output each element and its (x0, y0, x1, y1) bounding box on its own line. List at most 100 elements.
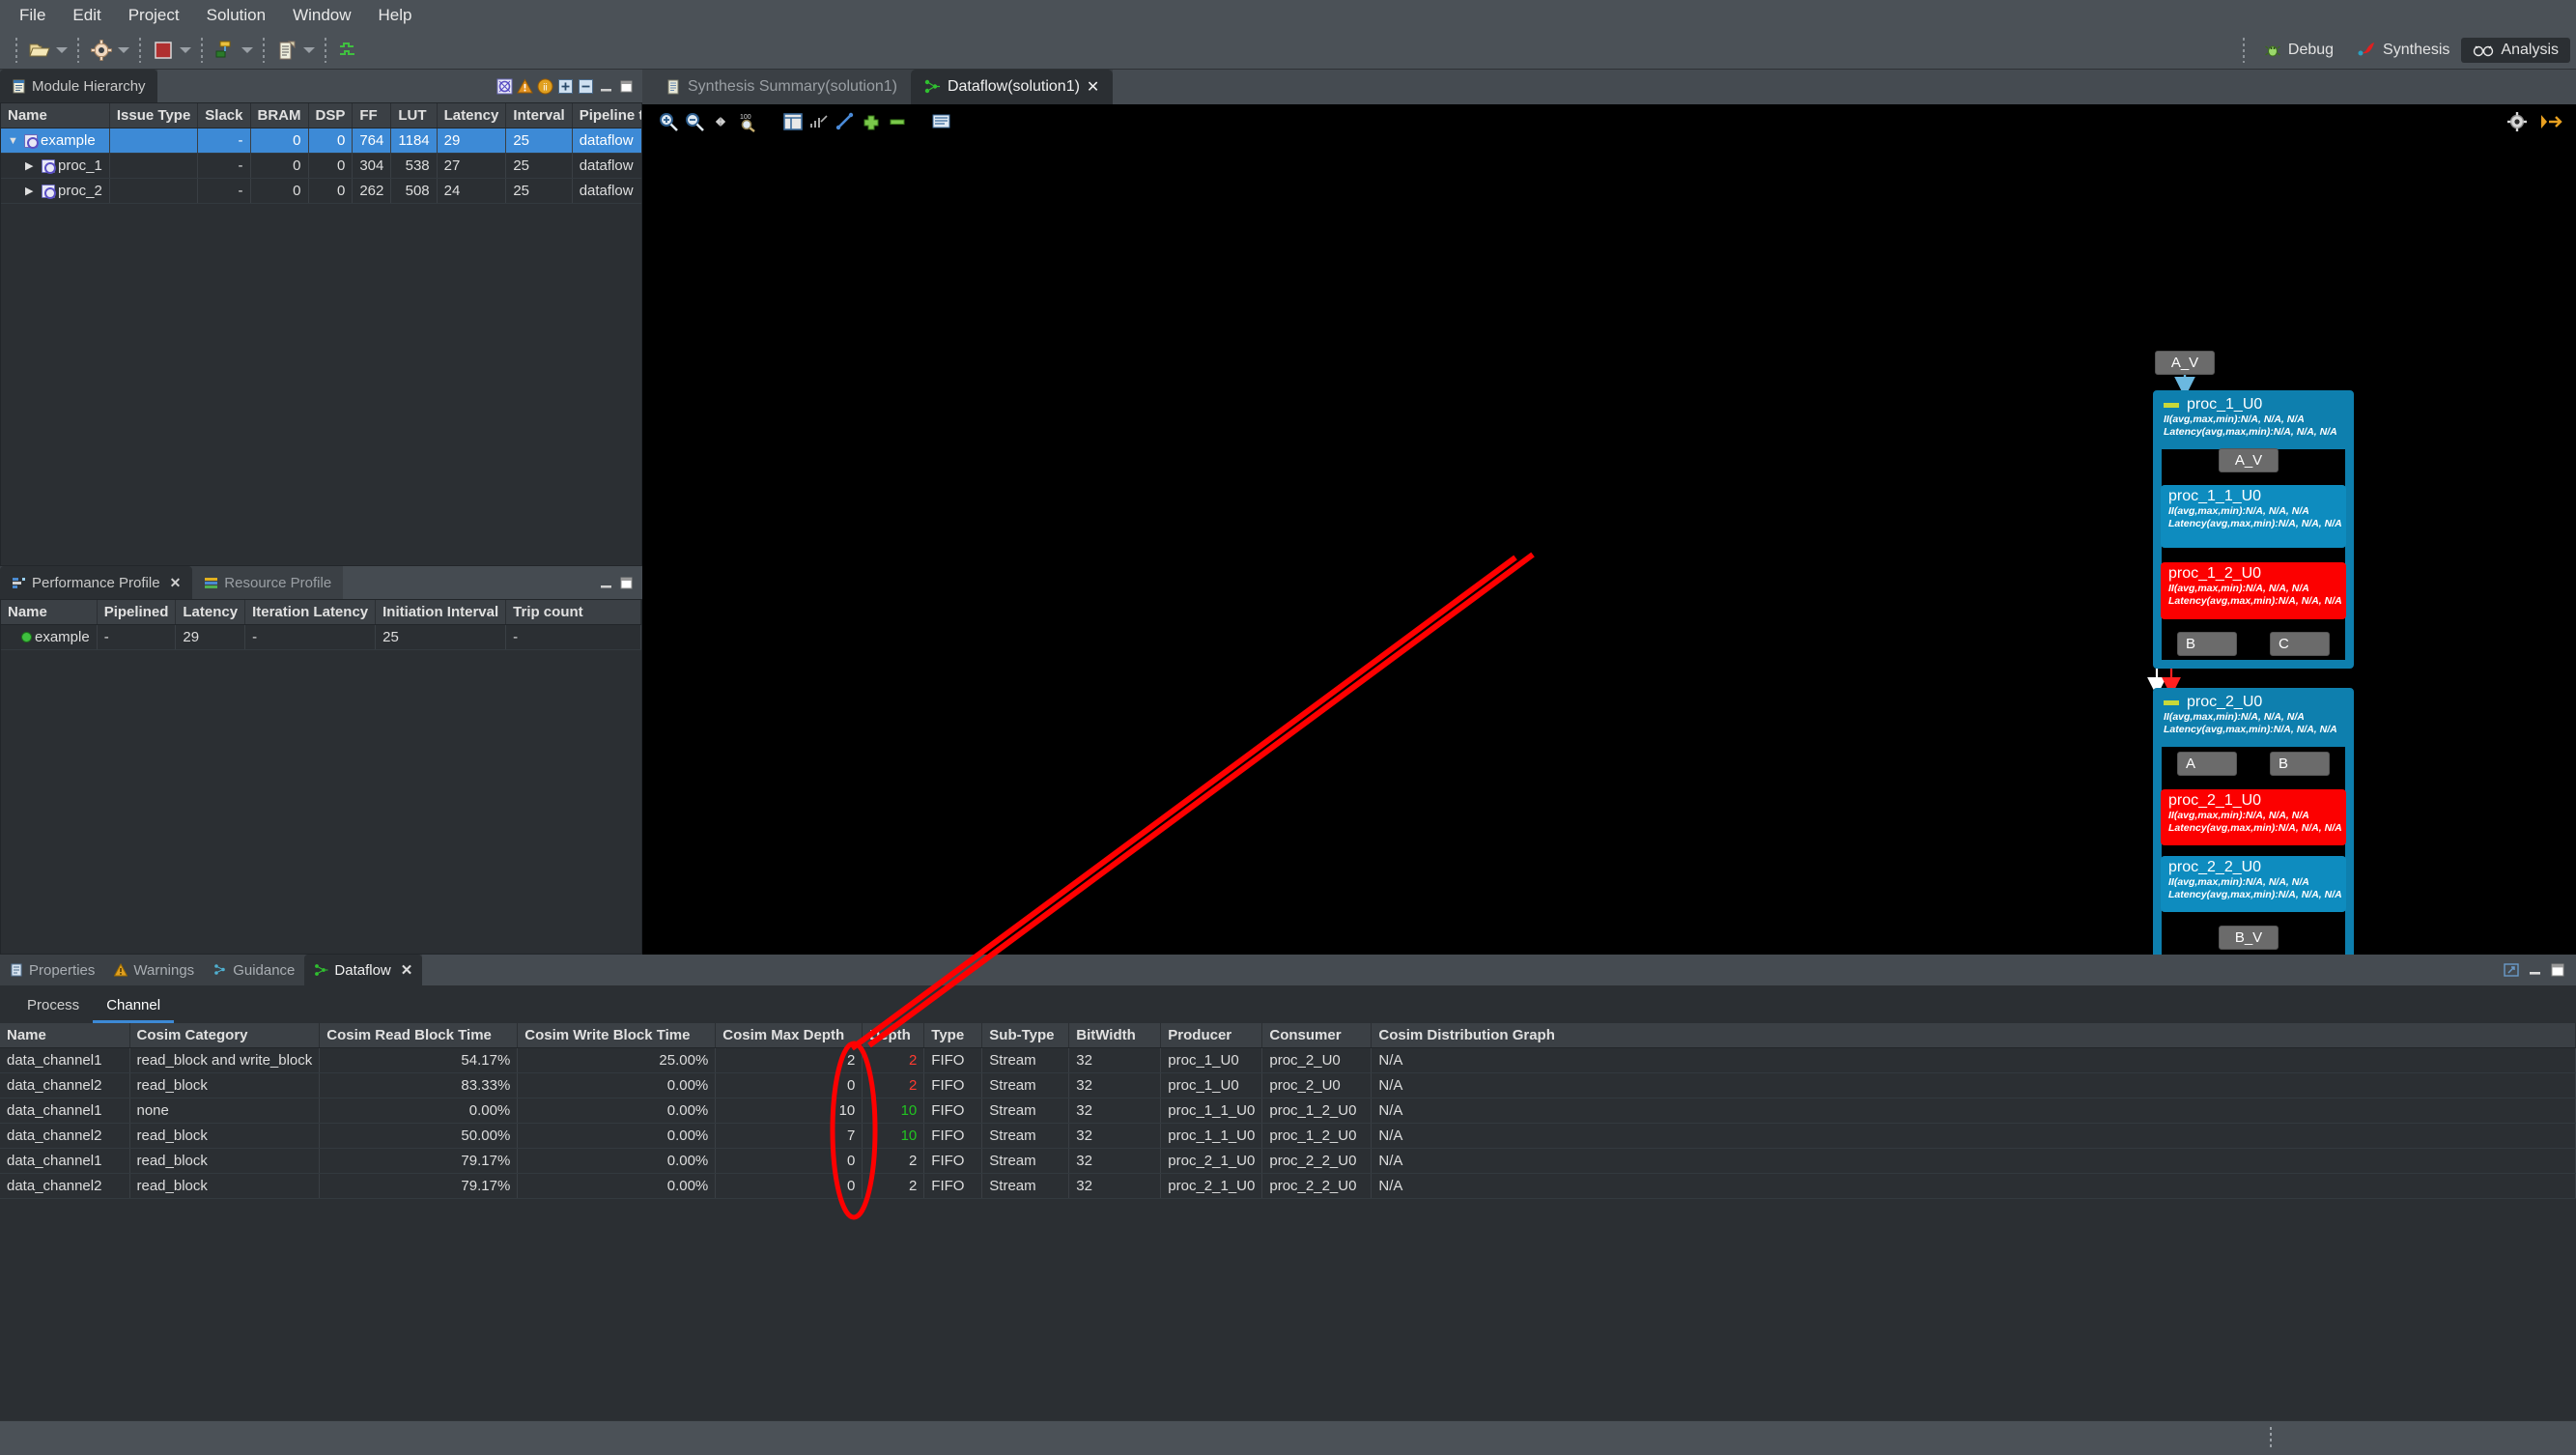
col-interval[interactable]: Interval (505, 103, 573, 128)
highlight-path-icon[interactable] (835, 112, 856, 131)
col-name[interactable]: Name (1, 103, 110, 128)
col-initiation-interval[interactable]: Initiation Interval (375, 600, 507, 625)
minimize-icon[interactable] (2526, 961, 2543, 979)
close-icon[interactable]: ✕ (401, 961, 413, 979)
tab-dataflow[interactable]: Dataflow(solution1) ✕ (910, 70, 1114, 104)
col-slack[interactable]: Slack (197, 103, 251, 128)
layout-columns-icon[interactable] (782, 112, 804, 131)
diagram-port-b-proc2[interactable]: B (2270, 752, 2330, 776)
menu-item-project[interactable]: Project (115, 3, 193, 28)
menu-item-edit[interactable]: Edit (59, 3, 114, 28)
menu-item-help[interactable]: Help (365, 3, 426, 28)
col-latency[interactable]: Latency (175, 600, 246, 625)
diagram-port-c-proc1[interactable]: C (2270, 632, 2330, 656)
maximize-icon[interactable] (618, 78, 635, 95)
tab-performance-profile[interactable]: Performance Profile ✕ (0, 566, 193, 599)
cosim-dropdown-icon[interactable] (240, 37, 255, 64)
folder-open-icon[interactable] (25, 36, 54, 65)
diagram-node-proc-2-2-u0[interactable]: proc_2_2_U0 II(avg,max,min):N/A, N/A, N/… (2161, 856, 2346, 912)
table-row[interactable]: data_channel1 none 0.00% 0.00% 10 10 FIFO Strea… (0, 1098, 2576, 1124)
fit-width-icon[interactable] (710, 111, 731, 132)
col-latency[interactable]: Latency (437, 103, 507, 128)
table-row[interactable]: data_channel2 read_block 50.00% 0.00% 7 10 FIF… (0, 1123, 2576, 1149)
table-row[interactable]: ▼ example - 0 0 764 1184 29 25 dataflow (1, 128, 641, 154)
table-row[interactable]: data_channel1 read_block and write_block 5… (0, 1047, 2576, 1073)
close-icon[interactable]: ✕ (1087, 77, 1099, 97)
col-cosim-category[interactable]: Cosim Category (129, 1023, 321, 1048)
tab-synthesis-summary[interactable]: Synthesis Summary(solution1) (652, 70, 911, 104)
tab-module-hierarchy[interactable]: Module Hierarchy (0, 70, 157, 102)
perspective-debug[interactable]: Debug (2252, 38, 2345, 63)
table-row[interactable]: ▶ proc_2 - 0 0 262 508 24 25 dataflow (1, 178, 641, 204)
col-consumer[interactable]: Consumer (1261, 1023, 1373, 1048)
twisty-collapsed-icon[interactable]: ▶ (25, 185, 39, 197)
col-cosim-max-depth[interactable]: Cosim Max Depth (715, 1023, 863, 1048)
col-bitwidth[interactable]: BitWidth (1068, 1023, 1162, 1048)
diagram-node-proc-2-1-u0[interactable]: proc_2_1_U0 II(avg,max,min):N/A, N/A, N/… (2161, 789, 2346, 845)
close-icon[interactable]: ✕ (170, 575, 182, 591)
table-row[interactable]: ▶ proc_1 - 0 0 304 538 27 25 dataflow (1, 153, 641, 179)
minimize-icon[interactable] (598, 575, 614, 591)
diagram-port-b-proc1[interactable]: B (2177, 632, 2237, 656)
report-dropdown-icon[interactable] (301, 37, 317, 64)
diagram-node-proc-1-2-u0[interactable]: proc_1_2_U0 II(avg,max,min):N/A, N/A, N/… (2161, 562, 2346, 619)
collapse-all-icon[interactable] (578, 78, 594, 95)
tab-warnings[interactable]: Warnings (104, 955, 204, 985)
gear-icon[interactable] (87, 36, 116, 65)
subtab-channel[interactable]: Channel (93, 993, 175, 1023)
col-trip-count[interactable]: Trip count (505, 600, 641, 625)
collapse-node-icon[interactable] (887, 112, 908, 131)
tab-resource-profile[interactable]: Resource Profile (192, 566, 343, 599)
expand-node-icon[interactable] (861, 112, 882, 131)
table-row[interactable]: data_channel2 read_block 83.33% 0.00% 0 2 FIFO… (0, 1072, 2576, 1098)
waveform-icon[interactable] (334, 36, 363, 65)
tab-dataflow-bottom[interactable]: Dataflow ✕ (304, 955, 423, 985)
col-cosim-distribution-graph[interactable]: Cosim Distribution Graph (1371, 1023, 2576, 1048)
col-sub-type[interactable]: Sub-Type (981, 1023, 1070, 1048)
diagram-port-a-v-top[interactable]: A_V (2155, 351, 2215, 375)
collapse-toggle-icon[interactable] (2164, 699, 2179, 705)
col-issue-type[interactable]: Issue Type (109, 103, 199, 128)
show-details-icon[interactable] (931, 112, 952, 131)
menu-item-file[interactable]: File (6, 3, 59, 28)
warning-triangle-icon[interactable] (517, 77, 533, 95)
table-row[interactable]: data_channel1 read_block 79.17% 0.00% 0 2 FIFO… (0, 1148, 2576, 1174)
diagram-node-proc-1-1-u0[interactable]: proc_1_1_U0 II(avg,max,min):N/A, N/A, N/… (2161, 485, 2346, 548)
collapse-toggle-icon[interactable] (2164, 402, 2179, 408)
module-hierarchy-table-wrap[interactable]: Name Issue Type Slack BRAM DSP FF LUT La… (0, 102, 642, 566)
col-name[interactable]: Name (1, 600, 98, 625)
twisty-expanded-icon[interactable]: ▼ (8, 135, 21, 147)
perspective-analysis[interactable]: Analysis (2461, 38, 2570, 63)
tab-guidance[interactable]: Guidance (204, 955, 304, 985)
diagram-port-a-v-inner-proc1[interactable]: A_V (2219, 448, 2279, 472)
expand-all-icon[interactable] (557, 78, 574, 95)
settings-gear-icon[interactable] (2506, 111, 2528, 132)
col-ff[interactable]: FF (352, 103, 392, 128)
col-pipelined[interactable]: Pipelined (97, 600, 177, 625)
col-producer[interactable]: Producer (1160, 1023, 1263, 1048)
menu-item-solution[interactable]: Solution (193, 3, 279, 28)
channel-table-wrap[interactable]: Name Cosim Category Cosim Read Block Tim… (0, 1023, 2576, 1420)
zoom-out-icon[interactable] (684, 111, 705, 132)
diagram-port-b-v-inner-proc2[interactable]: B_V (2219, 926, 2279, 950)
info-circle-icon[interactable]: ii (537, 78, 553, 95)
performance-profile-table-wrap[interactable]: Name Pipelined Latency Iteration Latency… (0, 599, 642, 955)
col-depth[interactable]: Depth (862, 1023, 925, 1048)
dataflow-canvas[interactable]: A_V proc_1_U0 II(avg,max,min):N/A, N/A, … (642, 139, 2576, 955)
stop-square-icon[interactable] (149, 36, 178, 65)
diagram-port-a-proc2[interactable]: A (2177, 752, 2237, 776)
col-name[interactable]: Name (0, 1023, 130, 1048)
menu-item-window[interactable]: Window (279, 3, 364, 28)
step-forward-icon[interactable] (2539, 111, 2562, 132)
perspective-synthesis[interactable]: Synthesis (2345, 38, 2461, 63)
col-iteration-latency[interactable]: Iteration Latency (244, 600, 377, 625)
cosim-icon[interactable] (211, 36, 240, 65)
maximize-icon[interactable] (618, 575, 635, 591)
zoom-in-icon[interactable] (658, 111, 679, 132)
table-row[interactable]: data_channel2 read_block 79.17% 0.00% 0 2 FIFO… (0, 1173, 2576, 1199)
subtab-process[interactable]: Process (14, 993, 93, 1023)
col-type[interactable]: Type (923, 1023, 983, 1048)
module-icon[interactable] (496, 78, 513, 95)
col-lut[interactable]: LUT (390, 103, 438, 128)
show-channels-icon[interactable] (808, 112, 830, 131)
